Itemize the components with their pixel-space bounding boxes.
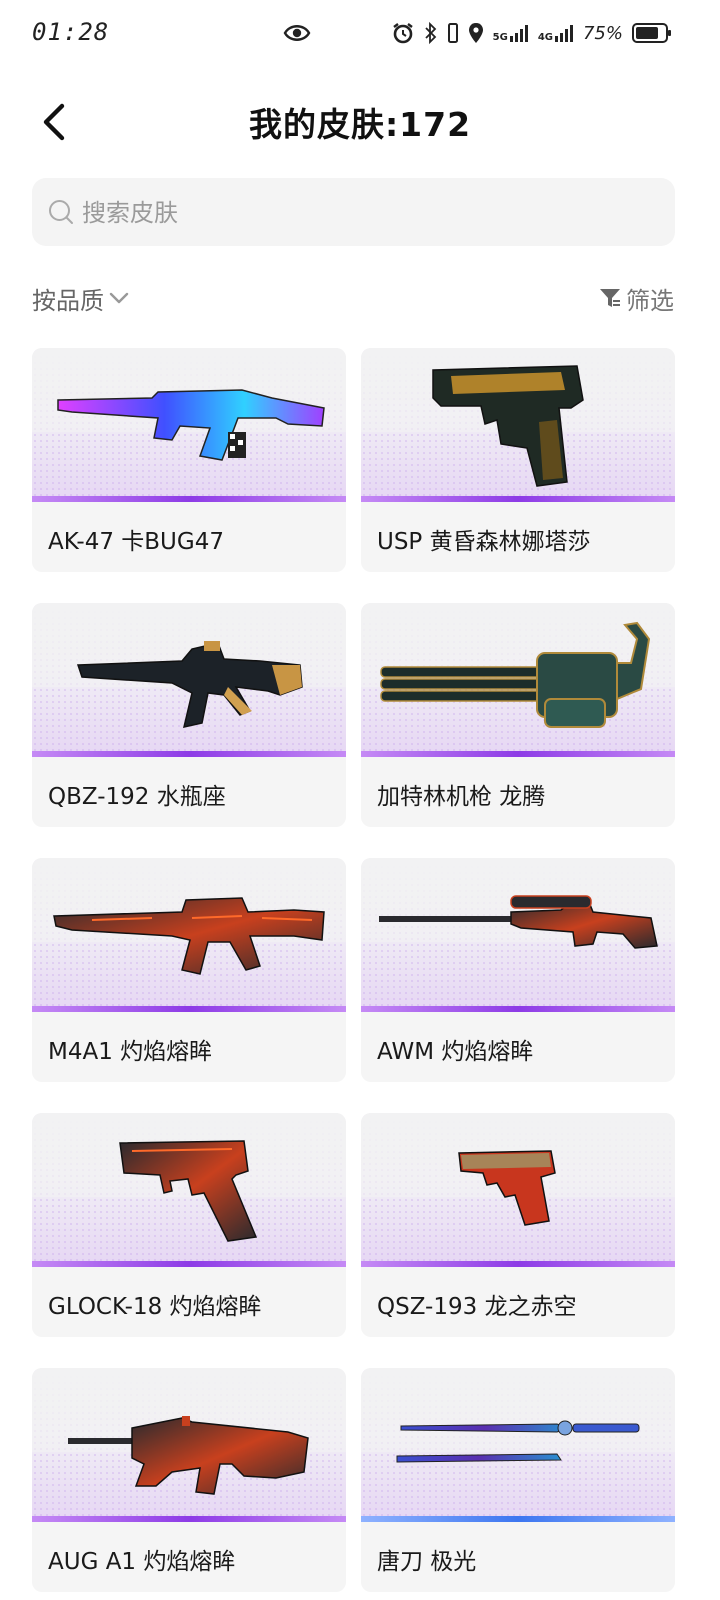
skin-name: USP 黄昏森林娜塔莎 bbox=[377, 529, 591, 555]
header: 我的皮肤:172 bbox=[0, 86, 720, 156]
skin-card[interactable]: AWM 灼焰熔眸 bbox=[361, 858, 675, 1082]
eye-icon bbox=[283, 25, 311, 41]
search-box[interactable] bbox=[32, 178, 675, 248]
skin-image bbox=[32, 1368, 346, 1520]
pistol-icon bbox=[119, 1140, 258, 1242]
status-time: 01:28 bbox=[32, 18, 110, 46]
rarity-bar bbox=[361, 751, 675, 757]
minigun-icon bbox=[380, 621, 651, 728]
rarity-bar bbox=[361, 1006, 675, 1012]
skin-image bbox=[32, 858, 346, 1010]
search-input[interactable] bbox=[80, 178, 644, 248]
skin-card[interactable]: AUG A1 灼焰熔眸 bbox=[32, 1368, 346, 1592]
sort-dropdown[interactable]: 按品质 bbox=[32, 280, 130, 316]
skin-name: M4A1 灼焰熔眸 bbox=[48, 1039, 213, 1065]
search-icon bbox=[49, 200, 73, 224]
bluetooth-icon bbox=[425, 21, 436, 45]
skin-card[interactable]: 加特林机枪 龙腾 bbox=[361, 603, 675, 827]
battery-icon bbox=[632, 23, 671, 43]
skin-card[interactable]: QSZ-193 龙之赤空 bbox=[361, 1113, 675, 1337]
rarity-bar bbox=[32, 751, 346, 757]
skin-image bbox=[361, 348, 675, 500]
skin-image bbox=[361, 603, 675, 755]
signal-icon bbox=[509, 25, 528, 42]
rifle-icon bbox=[76, 641, 303, 728]
skin-image bbox=[32, 1113, 346, 1265]
skin-image bbox=[32, 348, 346, 500]
skin-name: QBZ-192 水瓶座 bbox=[48, 784, 226, 810]
skin-card[interactable]: USP 黄昏森林娜塔莎 bbox=[361, 348, 675, 572]
bullpup-icon bbox=[68, 1416, 309, 1495]
skin-card[interactable]: M4A1 灼焰熔眸 bbox=[32, 858, 346, 1082]
status-bar: 01:28 5G 4G 75% bbox=[0, 0, 720, 68]
sword-icon bbox=[396, 1420, 640, 1463]
filter-label: 筛选 bbox=[626, 286, 674, 315]
skin-name: AWM 灼焰熔眸 bbox=[377, 1039, 534, 1065]
rarity-bar bbox=[361, 1516, 675, 1522]
skin-grid: AK-47 卡BUG47 USP 黄昏森林娜塔莎 QBZ-192 水瓶座 加特林… bbox=[32, 348, 675, 1592]
signal-4g-label: 4G bbox=[537, 32, 553, 43]
skin-name: 加特林机枪 龙腾 bbox=[377, 784, 546, 810]
battery-percent: 75% bbox=[582, 22, 623, 44]
skin-name: 唐刀 极光 bbox=[377, 1549, 477, 1575]
rarity-bar bbox=[361, 496, 675, 502]
rifle-icon bbox=[57, 389, 325, 461]
signal-5g-label: 5G bbox=[492, 32, 508, 43]
rifle-icon bbox=[53, 897, 325, 975]
skin-image bbox=[361, 1368, 675, 1520]
rarity-bar bbox=[32, 496, 346, 502]
chevron-down-icon bbox=[109, 292, 129, 304]
skin-name: GLOCK-18 灼焰熔眸 bbox=[48, 1294, 262, 1320]
vibrate-icon bbox=[447, 23, 458, 43]
skin-card[interactable]: 唐刀 极光 bbox=[361, 1368, 675, 1592]
location-icon bbox=[468, 23, 483, 43]
rarity-bar bbox=[361, 1261, 675, 1267]
rarity-bar bbox=[32, 1516, 346, 1522]
pistol-icon bbox=[432, 365, 584, 487]
filter-icon bbox=[600, 289, 620, 307]
skin-name: QSZ-193 龙之赤空 bbox=[377, 1294, 577, 1320]
rarity-bar bbox=[32, 1261, 346, 1267]
skin-name: AK-47 卡BUG47 bbox=[48, 529, 224, 555]
signal-icon bbox=[554, 25, 573, 42]
sort-label: 按品质 bbox=[32, 286, 104, 315]
pistol-icon bbox=[458, 1150, 556, 1226]
rarity-bar bbox=[32, 1006, 346, 1012]
skin-image bbox=[361, 1113, 675, 1265]
alarm-icon bbox=[392, 23, 413, 44]
skin-card[interactable]: GLOCK-18 灼焰熔眸 bbox=[32, 1113, 346, 1337]
skin-card[interactable]: QBZ-192 水瓶座 bbox=[32, 603, 346, 827]
page-title: 我的皮肤:172 bbox=[248, 105, 472, 144]
skin-card[interactable]: AK-47 卡BUG47 bbox=[32, 348, 346, 572]
filter-button[interactable]: 筛选 bbox=[598, 280, 674, 316]
skin-image bbox=[32, 603, 346, 755]
status-icons: 5G 4G 75% bbox=[391, 18, 672, 48]
sniper-icon bbox=[379, 895, 658, 949]
skin-name: AUG A1 灼焰熔眸 bbox=[48, 1549, 236, 1575]
skin-image bbox=[361, 858, 675, 1010]
